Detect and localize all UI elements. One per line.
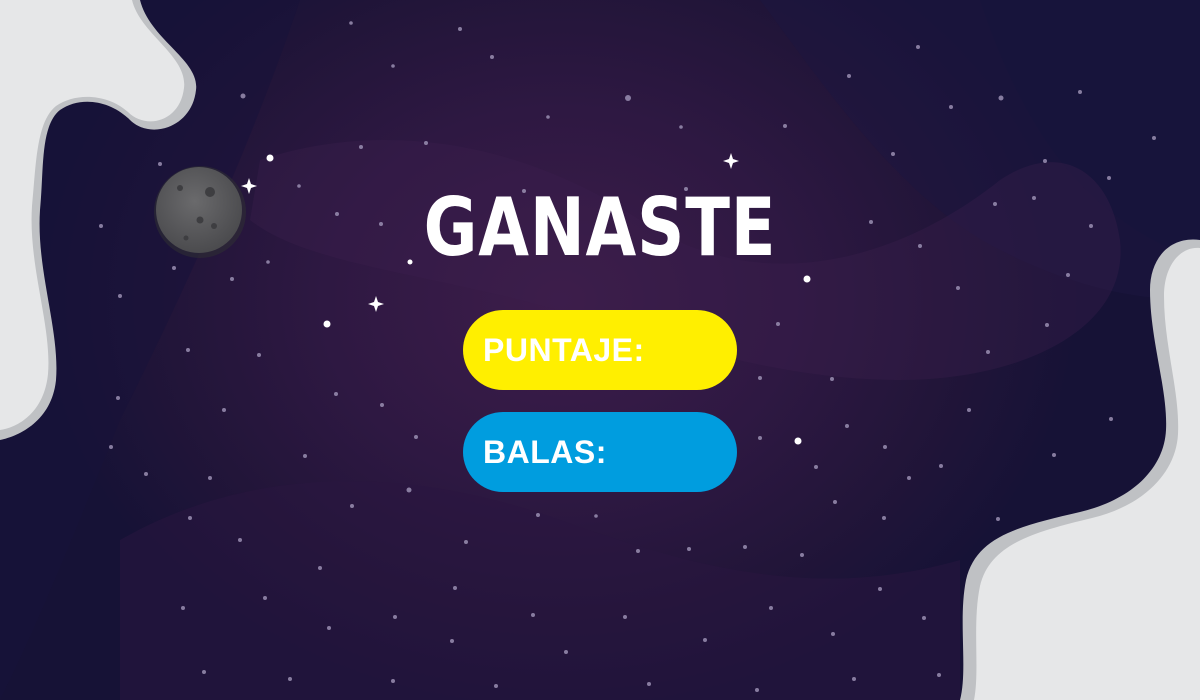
ammo-label: BALAS: bbox=[483, 433, 607, 470]
win-title: GANASTE bbox=[423, 181, 777, 274]
ammo-panel: BALAS: bbox=[463, 412, 737, 492]
score-label: PUNTAJE: bbox=[483, 331, 645, 368]
score-panel: PUNTAJE: bbox=[463, 310, 737, 390]
game-over-screen: GANASTE PUNTAJE: BALAS: bbox=[0, 0, 1200, 700]
